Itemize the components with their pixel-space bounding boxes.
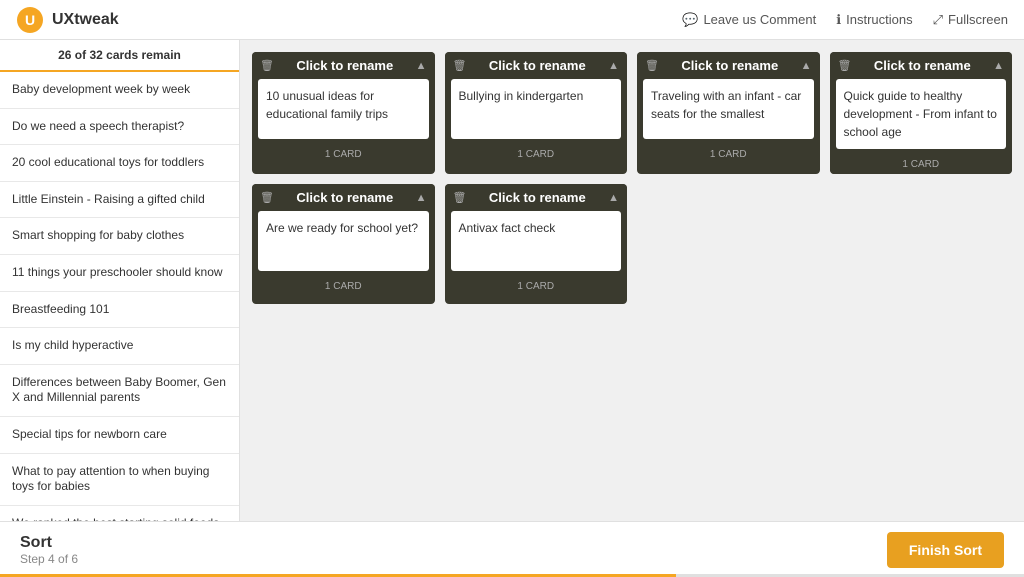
expand-icon[interactable]: ▲ [993, 60, 1004, 72]
column-card-content: Quick guide to healthy development - Fro… [844, 89, 997, 139]
trash-icon[interactable]: 🗑 [260, 191, 274, 204]
column-card: 🗑Click to rename▲ 10 unusual ideas for ed… [252, 52, 435, 174]
column-card: 🗑Click to rename▲ Traveling with an infan… [637, 52, 820, 174]
column-body: Quick guide to healthy development - Fro… [836, 79, 1007, 149]
column-footer: 1 CARD [830, 155, 1013, 174]
finish-sort-button[interactable]: Finish Sort [887, 532, 1004, 568]
column-footer: 1 CARD [252, 145, 435, 164]
column-card-content: Are we ready for school yet? [266, 221, 418, 235]
trash-icon[interactable]: 🗑 [645, 59, 659, 72]
expand-icon[interactable]: ▲ [416, 192, 427, 204]
list-item[interactable]: Smart shopping for baby clothes [0, 218, 239, 255]
column-card: 🗑Click to rename▲ Are we ready for school… [252, 184, 435, 304]
column-footer: 1 CARD [637, 145, 820, 164]
comment-icon: 💬 [682, 12, 698, 28]
trash-icon[interactable]: 🗑 [260, 59, 274, 72]
bottom-bar: Sort Step 4 of 6 Finish Sort [0, 521, 1024, 577]
sort-info: Sort Step 4 of 6 [20, 534, 78, 566]
list-item[interactable]: We ranked the best starting solid foods … [0, 506, 239, 521]
column-card: 🗑Click to rename▲ Antivax fact check 1 CAR… [445, 184, 628, 304]
column-title[interactable]: Click to rename [851, 58, 993, 73]
board-area: 🗑Click to rename▲10 unusual ideas for ed… [240, 40, 1024, 521]
comment-button[interactable]: 💬 Leave us Comment [682, 12, 816, 28]
progress-text: 26 of 32 cards remain [58, 48, 181, 62]
header-actions: 💬 Leave us Comment ℹ Instructions ⤢ Full… [682, 12, 1008, 28]
column-body: Bullying in kindergarten [451, 79, 622, 139]
column-card-content: 10 unusual ideas for educational family … [266, 89, 388, 121]
trash-icon[interactable]: 🗑 [453, 59, 467, 72]
list-item[interactable]: Is my child hyperactive [0, 328, 239, 365]
logo-text: UXtweak [52, 11, 119, 29]
header: U UXtweak 💬 Leave us Comment ℹ Instructi… [0, 0, 1024, 40]
column-card-content: Antivax fact check [459, 221, 556, 235]
column-header: 🗑Click to rename▲ [252, 184, 435, 211]
main-content: 26 of 32 cards remain Baby development w… [0, 40, 1024, 521]
expand-icon[interactable]: ▲ [608, 192, 619, 204]
empty-column-slot [830, 184, 1013, 304]
column-body: 10 unusual ideas for educational family … [258, 79, 429, 139]
column-title[interactable]: Click to rename [466, 58, 608, 73]
column-title[interactable]: Click to rename [659, 58, 801, 73]
list-item[interactable]: Baby development week by week [0, 72, 239, 109]
expand-icon[interactable]: ▲ [416, 60, 427, 72]
list-item[interactable]: 11 things your preschooler should know [0, 255, 239, 292]
column-header: 🗑Click to rename▲ [830, 52, 1013, 79]
column-card-content: Traveling with an infant - car seats for… [651, 89, 801, 121]
column-card: 🗑Click to rename▲ Quick guide to healthy … [830, 52, 1013, 174]
column-footer: 1 CARD [445, 277, 628, 296]
info-icon: ℹ [836, 12, 841, 28]
trash-icon[interactable]: 🗑 [453, 191, 467, 204]
sidebar-header: 26 of 32 cards remain [0, 40, 239, 72]
list-item[interactable]: Little Einstein - Raising a gifted child [0, 182, 239, 219]
columns-row1: 🗑Click to rename▲10 unusual ideas for ed… [252, 52, 1012, 174]
sort-step: Step 4 of 6 [20, 552, 78, 566]
column-title[interactable]: Click to rename [466, 190, 608, 205]
column-footer: 1 CARD [252, 277, 435, 296]
trash-icon[interactable]: 🗑 [838, 59, 852, 72]
list-item[interactable]: Differences between Baby Boomer, Gen X a… [0, 365, 239, 417]
column-footer: 1 CARD [445, 145, 628, 164]
empty-column-slot [637, 184, 820, 304]
expand-icon[interactable]: ▲ [801, 60, 812, 72]
list-item[interactable]: Special tips for newborn care [0, 417, 239, 454]
column-card-content: Bullying in kindergarten [459, 89, 584, 103]
sidebar: 26 of 32 cards remain Baby development w… [0, 40, 240, 521]
instructions-button[interactable]: ℹ Instructions [836, 12, 912, 28]
column-body: Traveling with an infant - car seats for… [643, 79, 814, 139]
list-item[interactable]: 20 cool educational toys for toddlers [0, 145, 239, 182]
list-item[interactable]: What to pay attention to when buying toy… [0, 454, 239, 506]
logo: U UXtweak [16, 6, 119, 34]
fullscreen-button[interactable]: ⤢ Fullscreen [933, 12, 1008, 28]
bottom-wrapper: Sort Step 4 of 6 Finish Sort [0, 521, 1024, 577]
svg-text:U: U [25, 12, 35, 28]
column-title[interactable]: Click to rename [274, 58, 416, 73]
list-item[interactable]: Do we need a speech therapist? [0, 109, 239, 146]
list-item[interactable]: Breastfeeding 101 [0, 292, 239, 329]
column-body: Antivax fact check [451, 211, 622, 271]
column-header: 🗑Click to rename▲ [445, 52, 628, 79]
column-header: 🗑Click to rename▲ [445, 184, 628, 211]
column-header: 🗑Click to rename▲ [252, 52, 435, 79]
column-header: 🗑Click to rename▲ [637, 52, 820, 79]
fullscreen-icon: ⤢ [933, 12, 943, 28]
logo-icon: U [16, 6, 44, 34]
columns-row2: 🗑Click to rename▲Are we ready for school… [252, 184, 1012, 304]
expand-icon[interactable]: ▲ [608, 60, 619, 72]
cards-list: Baby development week by weekDo we need … [0, 72, 239, 521]
column-body: Are we ready for school yet? [258, 211, 429, 271]
column-card: 🗑Click to rename▲ Bullying in kindergarte… [445, 52, 628, 174]
column-title[interactable]: Click to rename [274, 190, 416, 205]
sort-title: Sort [20, 534, 78, 552]
